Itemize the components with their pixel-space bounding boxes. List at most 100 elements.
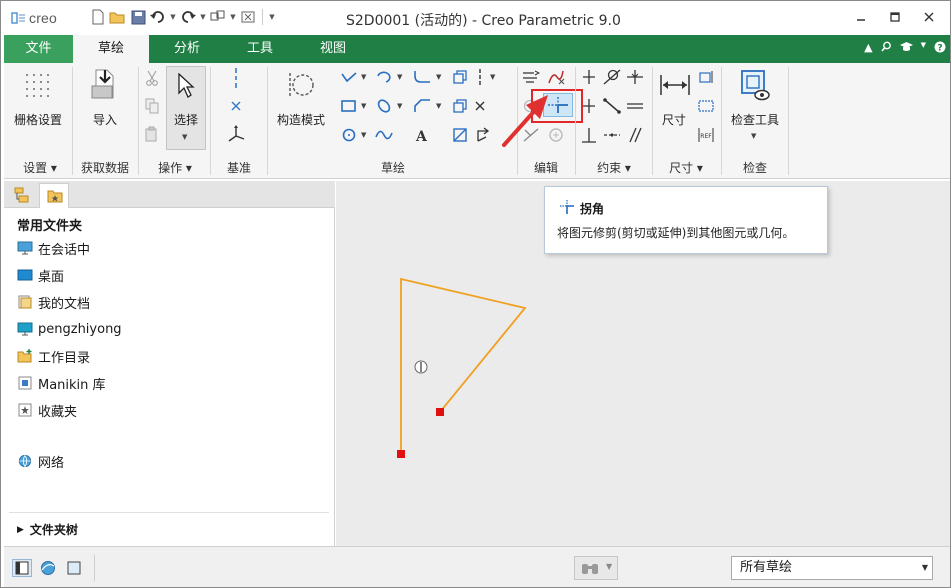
- group-dimension-label[interactable]: 尺寸 ▾: [654, 159, 718, 176]
- datum-point-icon[interactable]: [226, 97, 246, 115]
- rectangle-icon[interactable]: [339, 97, 359, 115]
- folder-tree-toggle[interactable]: ▶ 文件夹树: [17, 521, 78, 538]
- redo-dropdown-icon[interactable]: ▼: [199, 8, 207, 26]
- tab-model-tree[interactable]: [6, 183, 36, 207]
- save-icon[interactable]: [129, 8, 147, 26]
- find-button[interactable]: ▼: [574, 556, 618, 580]
- arc-icon[interactable]: [374, 68, 394, 86]
- tab-sketch[interactable]: 草绘: [73, 35, 149, 63]
- arc-dropdown-icon[interactable]: ▼: [397, 73, 402, 81]
- coincident-constraint-icon[interactable]: [601, 97, 623, 115]
- import-icon[interactable]: [88, 67, 122, 103]
- folder-item-working-dir[interactable]: 工作目录: [17, 346, 90, 366]
- maximize-icon[interactable]: [880, 7, 910, 27]
- customize-qat-icon[interactable]: ▼: [268, 8, 276, 26]
- browser-toggle-icon[interactable]: [38, 559, 58, 577]
- undo-dropdown-icon[interactable]: ▼: [169, 8, 177, 26]
- point-tool-icon[interactable]: [472, 97, 488, 115]
- tab-tools[interactable]: 工具: [225, 35, 295, 63]
- parallel-constraint-icon[interactable]: [624, 125, 646, 145]
- fillet-dropdown-icon[interactable]: ▼: [436, 73, 441, 81]
- perimeter-dimension-icon[interactable]: [696, 68, 716, 86]
- paste-icon[interactable]: [142, 125, 162, 143]
- select-button[interactable]: 选择 ▼: [166, 66, 206, 150]
- reference-dimension-icon[interactable]: REF: [696, 125, 716, 145]
- group-settings-label[interactable]: 设置 ▾: [9, 159, 71, 176]
- symmetric-constraint-icon[interactable]: [601, 125, 623, 145]
- chamfer-dropdown-icon[interactable]: ▼: [436, 102, 441, 110]
- folder-item-desktop[interactable]: 桌面: [17, 265, 64, 285]
- dimension-icon[interactable]: [657, 69, 693, 101]
- baseline-dimension-icon[interactable]: [696, 97, 716, 115]
- navigator-toggle-icon[interactable]: [12, 559, 32, 577]
- line-dropdown-icon[interactable]: ▼: [361, 73, 366, 81]
- cut-icon[interactable]: [142, 69, 162, 87]
- sketch-endpoint[interactable]: [397, 450, 405, 458]
- tab-file[interactable]: 文件: [4, 35, 73, 63]
- group-operations-label[interactable]: 操作 ▾: [141, 159, 209, 176]
- copy-icon[interactable]: [142, 97, 162, 115]
- inspect-tools-dropdown-icon[interactable]: ▼: [751, 132, 756, 140]
- folder-item-in-session[interactable]: 在会话中: [17, 238, 90, 258]
- help-icon[interactable]: ?: [934, 41, 946, 56]
- centerline-dropdown-icon[interactable]: ▼: [490, 73, 495, 81]
- text-icon[interactable]: A: [411, 126, 433, 144]
- folder-item-documents[interactable]: 我的文档: [17, 292, 90, 312]
- grid-settings-icon[interactable]: [22, 69, 52, 101]
- full-screen-icon[interactable]: [64, 559, 84, 577]
- chamfer-icon[interactable]: [411, 97, 433, 115]
- coordinate-system-icon[interactable]: [224, 123, 248, 145]
- grid-settings-button[interactable]: 栅格设置: [9, 111, 67, 128]
- ellipse-icon[interactable]: [374, 97, 394, 115]
- import-button[interactable]: 导入: [80, 111, 130, 128]
- rectangle-dropdown-icon[interactable]: ▼: [361, 102, 366, 110]
- close-window-icon[interactable]: [239, 8, 257, 26]
- undo-icon[interactable]: [149, 8, 167, 26]
- folder-item-pengzhiyong[interactable]: pengzhiyong: [17, 319, 122, 339]
- folder-item-network[interactable]: 网络: [17, 451, 64, 471]
- palette-icon[interactable]: [472, 126, 494, 144]
- tab-analysis[interactable]: 分析: [149, 35, 225, 63]
- project-icon[interactable]: [450, 126, 470, 144]
- inspect-tools-button[interactable]: 检查工具: [724, 111, 786, 128]
- search-icon[interactable]: [880, 41, 892, 56]
- perpendicular-constraint-icon[interactable]: [578, 125, 600, 145]
- regenerate-icon[interactable]: [209, 8, 227, 26]
- close-icon[interactable]: [914, 7, 944, 27]
- thicken-icon[interactable]: [450, 97, 470, 115]
- spline-icon[interactable]: [374, 126, 394, 144]
- modify-icon[interactable]: [520, 68, 542, 86]
- ellipse-dropdown-icon[interactable]: ▼: [397, 102, 402, 110]
- redo-icon[interactable]: [179, 8, 197, 26]
- open-folder-icon[interactable]: [109, 8, 127, 26]
- sketch-endpoint[interactable]: [436, 408, 444, 416]
- graduation-cap-icon[interactable]: [899, 41, 913, 56]
- folder-item-favorites[interactable]: 收藏夹: [17, 400, 77, 420]
- construction-mode-button[interactable]: 构造模式: [270, 111, 332, 128]
- minimize-icon[interactable]: [846, 7, 876, 27]
- group-constrain-label[interactable]: 约束 ▾: [577, 159, 651, 176]
- inspect-tools-icon[interactable]: [736, 67, 772, 103]
- line-chain-icon[interactable]: [339, 68, 359, 86]
- tab-view[interactable]: 视图: [295, 35, 371, 63]
- fillet-icon[interactable]: [411, 68, 433, 86]
- delete-segment-icon[interactable]: [545, 68, 567, 86]
- centerline-tool-icon[interactable]: [472, 68, 488, 86]
- circle-dropdown-icon[interactable]: ▼: [361, 131, 366, 139]
- vertical-constraint-icon[interactable]: [578, 68, 600, 86]
- equal-constraint-icon[interactable]: [624, 97, 646, 115]
- offset-icon[interactable]: [450, 68, 470, 86]
- construction-mode-icon[interactable]: [282, 67, 318, 103]
- collapse-ribbon-icon[interactable]: ▲: [864, 41, 872, 56]
- folder-item-manikin[interactable]: Manikin 库: [17, 373, 106, 393]
- dimension-button[interactable]: 尺寸: [654, 111, 694, 128]
- regenerate-dropdown-icon[interactable]: ▼: [229, 8, 237, 26]
- selection-filter-dropdown[interactable]: 所有草绘 ▼: [731, 556, 933, 580]
- circle-icon[interactable]: [339, 126, 359, 144]
- midpoint-constraint-icon[interactable]: [624, 68, 646, 86]
- cap-dropdown-icon[interactable]: ▼: [921, 41, 926, 56]
- tangent-constraint-icon[interactable]: [601, 68, 623, 86]
- datum-centerline-icon[interactable]: [226, 67, 246, 89]
- horizontal-constraint-icon[interactable]: [578, 97, 600, 115]
- new-file-icon[interactable]: [89, 8, 107, 26]
